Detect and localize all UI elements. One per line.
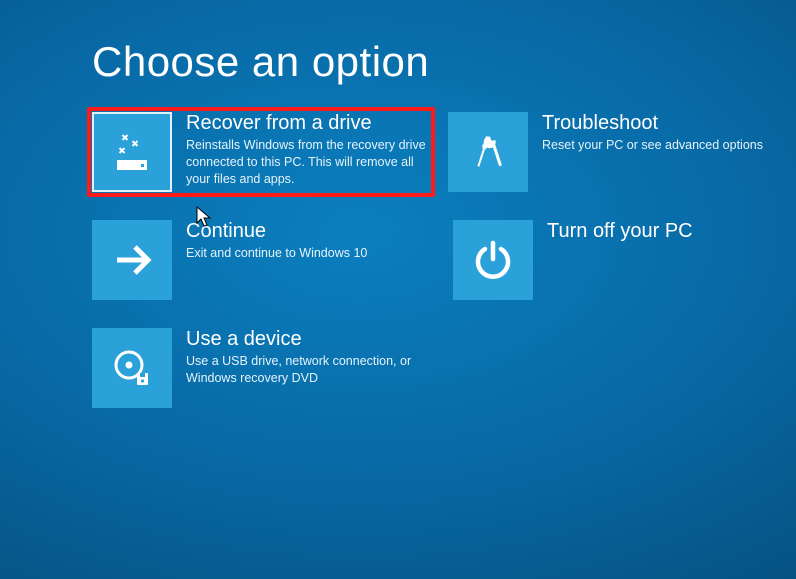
option-turn-off[interactable]: Turn off your PC: [453, 220, 796, 300]
option-desc: Reinstalls Windows from the recovery dri…: [186, 137, 426, 188]
option-title: Use a device: [186, 328, 442, 350]
option-title: Turn off your PC: [547, 220, 796, 242]
option-continue[interactable]: Continue Exit and continue to Windows 10: [92, 220, 435, 300]
recovery-drive-icon: [92, 112, 172, 192]
option-title: Recover from a drive: [186, 112, 430, 134]
power-icon: [453, 220, 533, 300]
option-title: Continue: [186, 220, 435, 242]
option-title: Troubleshoot: [542, 112, 796, 134]
option-troubleshoot[interactable]: Troubleshoot Reset your PC or see advanc…: [448, 112, 796, 192]
option-use-a-device[interactable]: Use a device Use a USB drive, network co…: [92, 328, 442, 408]
option-desc: Exit and continue to Windows 10: [186, 245, 426, 262]
option-desc: Reset your PC or see advanced options: [542, 137, 782, 154]
option-recover-from-drive[interactable]: Recover from a drive Reinstalls Windows …: [87, 107, 435, 197]
tools-icon: [448, 112, 528, 192]
option-desc: Use a USB drive, network connection, or …: [186, 353, 426, 387]
arrow-right-icon: [92, 220, 172, 300]
disc-drive-icon: [92, 328, 172, 408]
page-title: Choose an option: [92, 38, 796, 86]
